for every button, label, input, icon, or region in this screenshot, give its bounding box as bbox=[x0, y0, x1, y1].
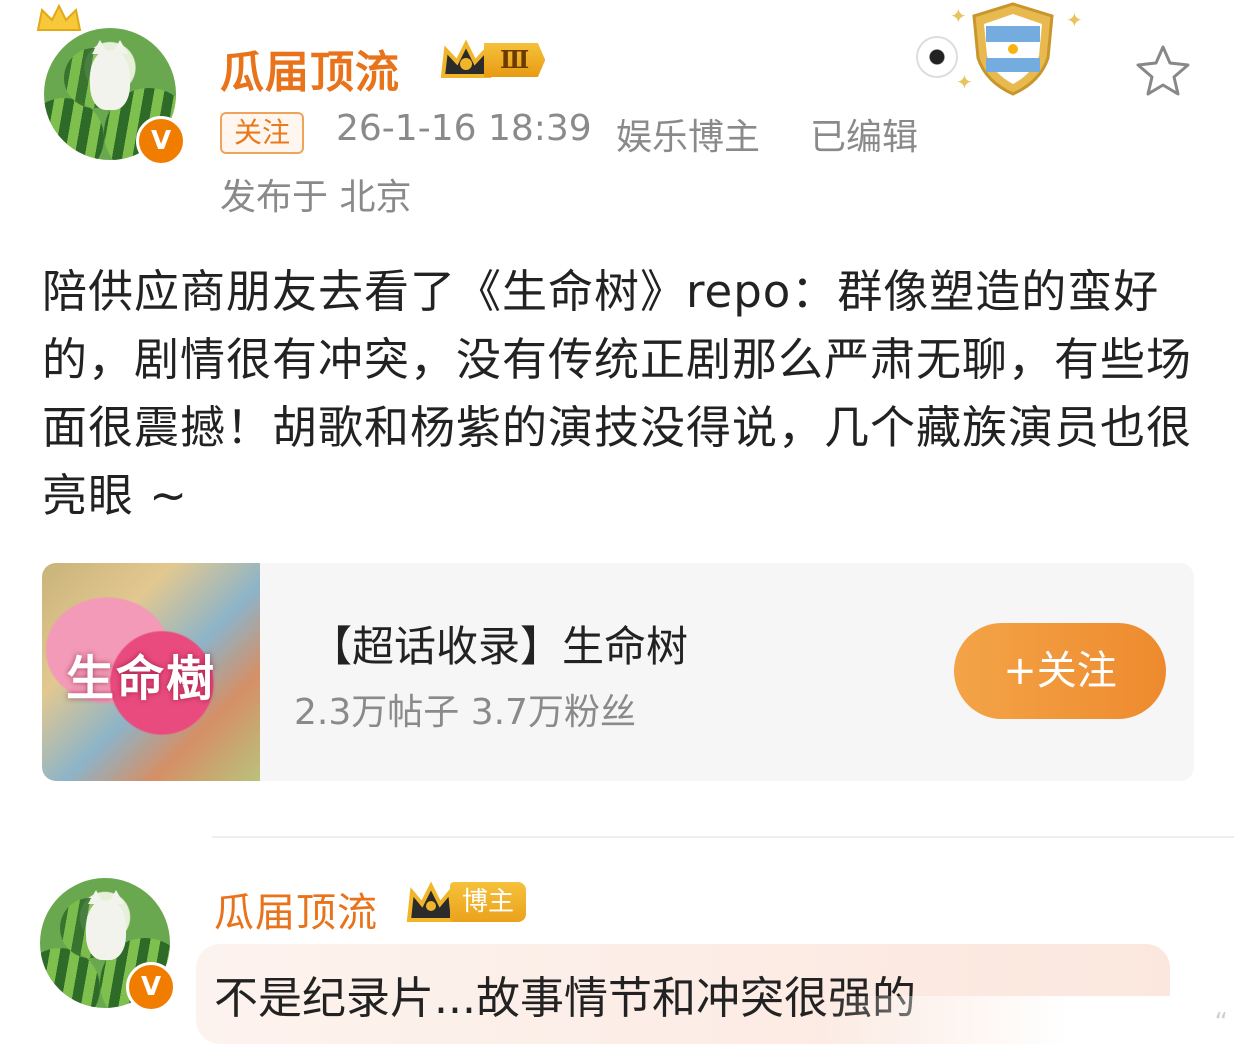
post-content: 陪供应商朋友去看了《生命树》repo：群像塑造的蛮好的，剧情很有冲突，没有传统正… bbox=[42, 265, 1193, 522]
crown-icon bbox=[406, 881, 456, 922]
post-category: 娱乐博主 bbox=[616, 117, 761, 158]
topic-thumbnail: 生命樹 bbox=[42, 563, 260, 781]
level-label: Ⅲ bbox=[484, 43, 546, 77]
edited-label[interactable]: 已编辑 bbox=[810, 108, 918, 160]
topic-follow-button[interactable]: +关注 bbox=[954, 623, 1166, 719]
verified-icon: V bbox=[126, 962, 176, 1012]
divider bbox=[212, 836, 1234, 838]
fade-overlay bbox=[820, 996, 1234, 1052]
soccer-ball-icon bbox=[916, 36, 958, 78]
watermark: “ bbox=[1214, 1008, 1228, 1038]
crown-icon bbox=[36, 4, 82, 31]
post-date: 26-1-16 18:39 bbox=[336, 108, 592, 149]
argentina-shield-icon bbox=[972, 2, 1054, 96]
sparkle-icon: ✦ bbox=[956, 70, 973, 94]
comment-text: 不是纪录片...故事情节和冲突很强的 bbox=[214, 973, 916, 1024]
blogger-badge-label: 博主 bbox=[450, 882, 527, 922]
level-badge: Ⅲ bbox=[440, 40, 546, 80]
star-icon[interactable] bbox=[1134, 44, 1192, 96]
sparkle-icon: ✦ bbox=[1066, 8, 1083, 32]
comment-author-name[interactable]: 瓜届顶流 bbox=[214, 880, 378, 938]
author-avatar[interactable]: V bbox=[36, 4, 186, 166]
topic-stats: 2.3万帖子 3.7万粉丝 bbox=[294, 692, 636, 733]
comment-avatar[interactable]: V bbox=[40, 878, 176, 1012]
author-name[interactable]: 瓜届顶流 bbox=[220, 36, 400, 100]
follow-tag[interactable]: 关注 bbox=[220, 112, 305, 154]
verified-icon: V bbox=[136, 116, 186, 166]
topic-title: 【超话收录】生命树 bbox=[310, 622, 689, 671]
topic-card[interactable]: 生命樹 【超话收录】生命树 2.3万帖子 3.7万粉丝 +关注 bbox=[42, 563, 1194, 781]
post-location: 发布于 北京 bbox=[220, 177, 412, 218]
sparkle-icon: ✦ bbox=[950, 4, 967, 28]
blogger-badge: 博主 bbox=[406, 880, 527, 924]
thumbnail-title: 生命樹 bbox=[66, 651, 217, 707]
